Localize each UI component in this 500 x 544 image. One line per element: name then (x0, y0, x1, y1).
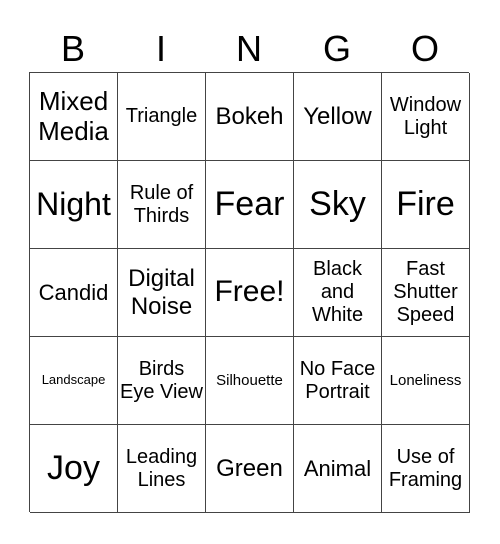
bingo-cell-label: Birds Eye View (119, 357, 203, 403)
bingo-cell-label: Green (216, 454, 283, 482)
bingo-cell[interactable]: Use of Framing (382, 425, 470, 513)
bingo-grid: Mixed Media Triangle Bokeh Yellow Window Lig… (29, 72, 470, 513)
bingo-cell[interactable]: Window Light (382, 73, 470, 161)
bingo-cell[interactable]: Loneliness (382, 337, 470, 425)
bingo-cell-label: Use of Framing (388, 445, 463, 491)
bingo-cell-label: Loneliness (389, 371, 462, 389)
bingo-cell-label: No Face Portrait (299, 357, 376, 403)
bingo-cell-label: Black and White (311, 258, 364, 326)
bingo-cell[interactable]: Fast Shutter Speed (382, 249, 470, 337)
header-letter-g: G (322, 28, 351, 69)
bingo-cell[interactable]: Joy (30, 425, 118, 513)
bingo-cell-label: Rule of Thirds (129, 181, 194, 227)
bingo-cell-label: Landscape (41, 372, 106, 388)
bingo-cell[interactable]: Yellow (294, 73, 382, 161)
bingo-cell-label: Leading Lines (125, 445, 198, 491)
bingo-cell[interactable]: Triangle (118, 73, 206, 161)
bingo-cell-label: Triangle (125, 105, 198, 127)
bingo-cell-label: Yellow (303, 102, 372, 130)
bingo-cell[interactable]: Green (206, 425, 294, 513)
bingo-cell[interactable]: Landscape (30, 337, 118, 425)
bingo-cell[interactable]: Fear (206, 161, 294, 249)
bingo-cell[interactable]: Black and White (294, 249, 382, 337)
bingo-cell-label: Night (36, 186, 111, 223)
bingo-cell-label: Bokeh (215, 102, 284, 130)
bingo-cell[interactable]: Night (30, 161, 118, 249)
bingo-cell-label: Fire (396, 184, 455, 223)
bingo-cell-label: Silhouette (216, 371, 283, 389)
bingo-cell[interactable]: Birds Eye View (118, 337, 206, 425)
bingo-cell-label: Joy (47, 448, 100, 487)
bingo-cell-label: Fear (214, 184, 285, 223)
bingo-cell-label: Fast Shutter Speed (393, 258, 458, 326)
bingo-cell[interactable]: Silhouette (206, 337, 294, 425)
bingo-cell[interactable]: Bokeh (206, 73, 294, 161)
bingo-cell[interactable]: Animal (294, 425, 382, 513)
bingo-cell-label: Mixed Media (38, 85, 109, 146)
header-letter-i: I (155, 28, 166, 69)
header-letter-n: N (236, 28, 262, 69)
bingo-cell[interactable]: Free! (206, 249, 294, 337)
bingo-cell-label: Candid (38, 279, 109, 305)
header-letter-o: O (410, 28, 439, 69)
bingo-cell-label: Free! (214, 275, 285, 309)
bingo-cell[interactable]: Digital Noise (118, 249, 206, 337)
bingo-cell[interactable]: Sky (294, 161, 382, 249)
bingo-cell-label: Digital Noise (128, 264, 195, 320)
bingo-cell-label: Animal (303, 455, 372, 481)
bingo-header: B I N G O (29, 26, 469, 72)
bingo-cell[interactable]: Fire (382, 161, 470, 249)
bingo-cell-label: Window Light (389, 93, 462, 139)
bingo-cell[interactable]: Candid (30, 249, 118, 337)
header-letter-b: B (60, 28, 85, 69)
bingo-cell-label: Sky (309, 184, 366, 223)
bingo-cell[interactable]: No Face Portrait (294, 337, 382, 425)
bingo-cell[interactable]: Mixed Media (30, 73, 118, 161)
bingo-cell[interactable]: Leading Lines (118, 425, 206, 513)
bingo-cell[interactable]: Rule of Thirds (118, 161, 206, 249)
